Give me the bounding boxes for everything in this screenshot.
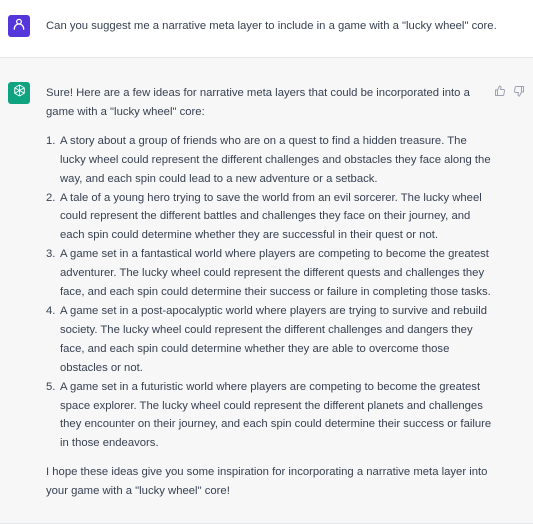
list-item: 4. A game set in a post-apocalyptic worl… xyxy=(46,302,494,378)
list-item-number: 1. xyxy=(46,134,56,147)
list-item-text: A tale of a young hero trying to save th… xyxy=(60,191,482,242)
assistant-message-content: Sure! Here are a few ideas for narrative… xyxy=(46,84,494,501)
assistant-message-row: Sure! Here are a few ideas for narrative… xyxy=(0,58,533,524)
list-item-text: A story about a group of friends who are… xyxy=(60,134,491,185)
user-message-text: Can you suggest me a narrative meta laye… xyxy=(46,20,497,32)
list-item-number: 4. xyxy=(46,304,56,317)
list-item-number: 5. xyxy=(46,380,56,393)
thumbs-up-icon[interactable] xyxy=(493,84,507,98)
response-intro: Sure! Here are a few ideas for narrative… xyxy=(46,87,470,118)
user-avatar xyxy=(8,15,30,37)
list-item: 5. A game set in a futuristic world wher… xyxy=(46,378,494,454)
user-icon xyxy=(12,17,26,36)
thumbs-down-icon[interactable] xyxy=(512,84,526,98)
user-message-row: Can you suggest me a narrative meta laye… xyxy=(0,0,533,58)
list-item: 3. A game set in a fantastical world whe… xyxy=(46,245,494,302)
openai-logo-icon xyxy=(12,83,27,103)
response-outro: I hope these ideas give you some inspira… xyxy=(46,466,488,498)
ideas-list: 1. A story about a group of friends who … xyxy=(46,132,494,453)
list-item-number: 3. xyxy=(46,248,56,261)
list-item-text: A game set in a futuristic world where p… xyxy=(60,380,492,450)
list-item-text: A game set in a fantastical world where … xyxy=(60,248,491,299)
list-item: 1. A story about a group of friends who … xyxy=(46,132,494,189)
list-item: 2. A tale of a young hero trying to save… xyxy=(46,189,494,246)
list-item-number: 2. xyxy=(46,191,56,204)
list-item-text: A game set in a post-apocalyptic world w… xyxy=(60,304,487,374)
assistant-avatar xyxy=(8,82,30,104)
